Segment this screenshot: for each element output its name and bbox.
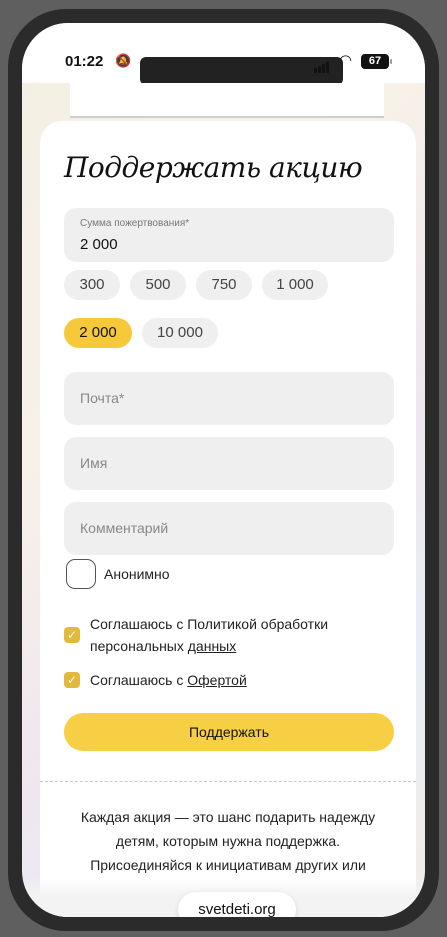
privacy-checkbox[interactable]: ✓ [64, 627, 80, 643]
comment-placeholder: Комментарий [80, 520, 169, 536]
name-field[interactable]: Имя [64, 437, 394, 490]
amount-field[interactable]: Сумма пожертвования* 2 000 [64, 208, 394, 262]
submit-button[interactable]: Поддержать [64, 713, 394, 751]
signal-icon [314, 55, 330, 73]
offer-consent-text: Соглашаюсь с Офертой [90, 669, 247, 691]
dashed-divider [40, 781, 416, 782]
screen: 01:22 🔕 ◠ 67 Поддержать акцию Сумма поже… [22, 23, 425, 917]
amount-chip-500[interactable]: 500 [130, 270, 186, 300]
promo-text: Каждая акция — это шанс подарить надежду… [80, 809, 376, 873]
wifi-icon: ◠ [339, 52, 353, 69]
donation-form-card: Поддержать акцию Сумма пожертвования* 2 … [40, 121, 416, 917]
email-placeholder: Почта* [80, 390, 125, 406]
status-bar: 01:22 🔕 ◠ 67 [22, 23, 425, 85]
bell-slash-icon: 🔕 [115, 53, 132, 68]
previous-card-edge [70, 83, 384, 118]
privacy-consent-text: Соглашаюсь с Политикой обработки персона… [90, 613, 390, 657]
amount-chip-300[interactable]: 300 [64, 270, 120, 300]
amount-chip-1000[interactable]: 1 000 [262, 270, 328, 300]
offer-consent-label: Соглашаюсь с [90, 672, 184, 688]
offer-link[interactable]: Офертой [187, 672, 247, 688]
phone-frame: 01:22 🔕 ◠ 67 Поддержать акцию Сумма поже… [8, 9, 439, 931]
battery-level: 67 [368, 55, 382, 67]
battery-icon: 67 [361, 54, 392, 69]
comment-field[interactable]: Комментарий [64, 502, 394, 555]
privacy-policy-link[interactable]: данных [188, 638, 236, 654]
amount-label: Сумма пожертвования* [80, 218, 190, 229]
anonymous-label: Анонимно [104, 566, 170, 582]
email-field[interactable]: Почта* [64, 372, 394, 425]
amount-chip-10000[interactable]: 10 000 [142, 318, 218, 348]
amount-value[interactable]: 2 000 [80, 236, 118, 253]
amount-chip-750[interactable]: 750 [196, 270, 252, 300]
address-bar[interactable]: svetdeti.org [178, 892, 296, 917]
amount-chip-2000-selected[interactable]: 2 000 [64, 318, 132, 348]
name-placeholder: Имя [80, 455, 108, 471]
clock: 01:22 [65, 53, 104, 70]
anonymous-checkbox[interactable] [66, 559, 96, 589]
form-title: Поддержать акцию [64, 151, 363, 184]
dynamic-island [140, 57, 343, 85]
offer-checkbox[interactable]: ✓ [64, 672, 80, 688]
